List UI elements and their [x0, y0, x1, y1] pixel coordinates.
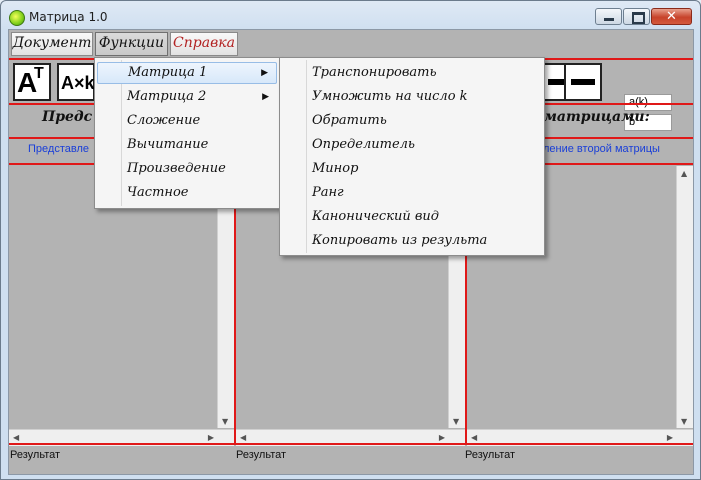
submenu-arrow-icon: ▶	[262, 92, 269, 102]
menu-item-multiply-k[interactable]: Умножить на число k	[282, 86, 542, 108]
scroll-right-icon[interactable]: ▶	[208, 434, 214, 442]
menu-document[interactable]: Документ	[11, 32, 93, 56]
app-icon	[9, 10, 25, 26]
menu-item-subtraction[interactable]: Вычитание	[97, 134, 277, 156]
menu-item-minor[interactable]: Минор	[282, 158, 542, 180]
window-title: Матрица 1.0	[29, 10, 108, 24]
subheading-left: Представле	[28, 143, 89, 155]
result-label: Результат	[236, 449, 287, 461]
menu-item-product[interactable]: Произведение	[97, 158, 277, 180]
scroll-down-icon[interactable]: ▼	[681, 418, 687, 426]
submenu-arrow-icon: ▶	[261, 68, 268, 78]
maximize-button[interactable]	[623, 8, 650, 25]
title-bar[interactable]: Матрица 1.0 ✕	[1, 1, 700, 31]
minimize-icon	[604, 18, 614, 21]
scroll-right-icon[interactable]: ▶	[667, 434, 673, 442]
menu-item-transpose[interactable]: Транспонировать	[282, 62, 542, 84]
scroll-down-icon[interactable]: ▼	[453, 418, 459, 426]
vertical-scrollbar[interactable]: ▲ ▼	[676, 166, 693, 428]
multiply-by-k-button[interactable]: A×k	[57, 63, 95, 101]
scroll-right-icon[interactable]: ▶	[439, 434, 445, 442]
scroll-left-icon[interactable]: ◀	[13, 434, 19, 442]
menu-item-invert[interactable]: Обратить	[282, 110, 542, 132]
menu-item-label: Матрица 1	[128, 65, 208, 80]
menu-item-rank[interactable]: Ранг	[282, 182, 542, 204]
scroll-up-icon[interactable]: ▲	[681, 170, 687, 178]
subtract-button-2[interactable]	[564, 63, 602, 101]
menu-functions[interactable]: Функции	[95, 32, 168, 56]
scroll-left-icon[interactable]: ◀	[240, 434, 246, 442]
menu-item-determinant[interactable]: Определитель	[282, 134, 542, 156]
maximize-icon	[632, 12, 645, 24]
menu-item-matrix2[interactable]: Матрица 2 ▶	[97, 86, 277, 108]
scroll-down-icon[interactable]: ▼	[222, 418, 228, 426]
subheading-right: ление второй матрицы	[543, 143, 660, 155]
scroll-left-icon[interactable]: ◀	[471, 434, 477, 442]
menu-item-quotient[interactable]: Частное	[97, 182, 277, 204]
transpose-sup: T	[34, 65, 44, 82]
transpose-button[interactable]: A T	[13, 63, 51, 101]
close-button[interactable]: ✕	[651, 8, 692, 25]
menu-bar: Документ Функции Справка	[9, 30, 693, 58]
close-icon: ✕	[666, 9, 677, 24]
result-label: Результат	[10, 449, 61, 461]
minus-icon	[571, 79, 595, 85]
functions-dropdown: Матрица 1 ▶ Матрица 2 ▶ Сложение Вычитан…	[94, 57, 280, 209]
divider-line	[9, 443, 693, 445]
menu-item-copy-from-result[interactable]: Копировать из результа	[282, 230, 542, 252]
heading-right: д матрицами:	[529, 109, 650, 125]
matrix1-submenu: Транспонировать Умножить на число k Обра…	[279, 57, 545, 256]
result-label: Результат	[465, 449, 516, 461]
multiply-icon: A×k	[61, 73, 95, 93]
heading-left: Предс	[42, 109, 93, 125]
menu-item-canonical-form[interactable]: Канонический вид	[282, 206, 542, 228]
menu-item-matrix1[interactable]: Матрица 1 ▶	[97, 62, 277, 84]
menu-item-label: Матрица 2	[127, 89, 207, 104]
menu-item-addition[interactable]: Сложение	[97, 110, 277, 132]
menu-help[interactable]: Справка	[170, 32, 238, 56]
minimize-button[interactable]	[595, 8, 622, 25]
